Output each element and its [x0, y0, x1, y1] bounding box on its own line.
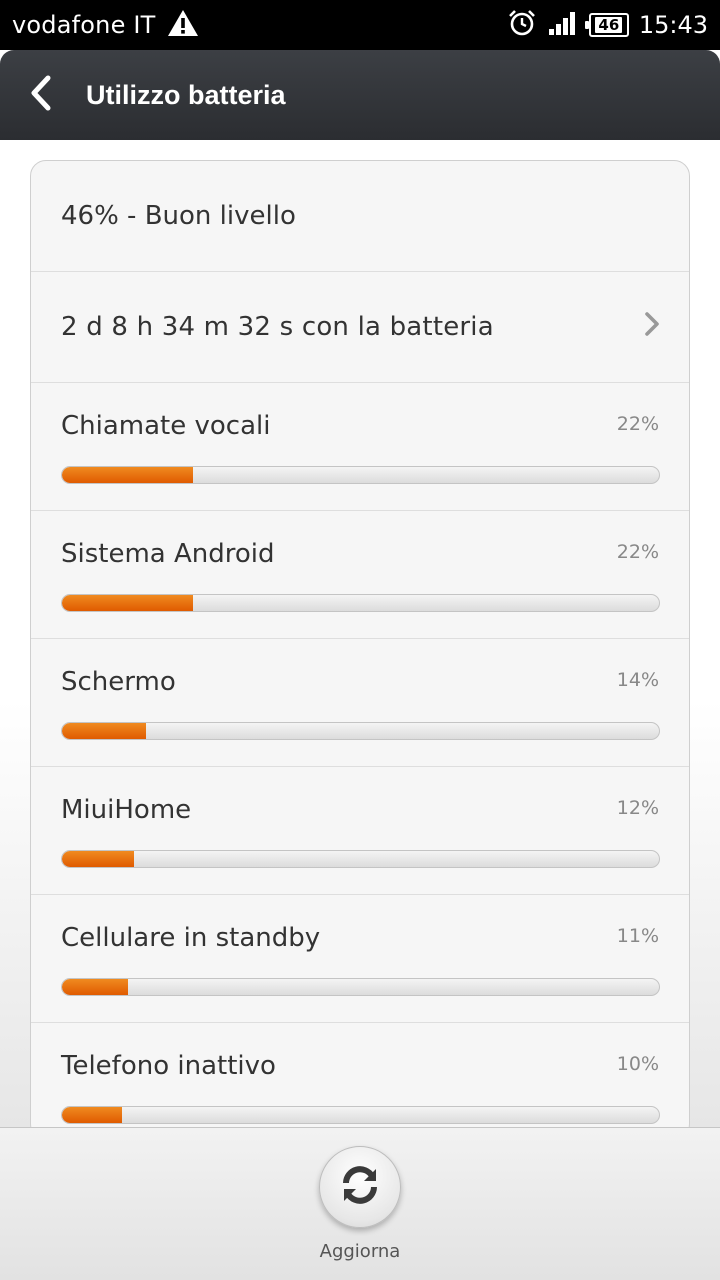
status-clock: 15:43 — [638, 11, 708, 39]
usage-label: Telefono inattivo — [61, 1051, 276, 1081]
bottom-toolbar: Aggiorna — [0, 1127, 720, 1280]
usage-progress-fill — [62, 979, 128, 995]
usage-label: Schermo — [61, 667, 176, 697]
usage-progress-bar — [61, 594, 660, 612]
battery-time-text: 2 d 8 h 34 m 32 s con la batteria — [61, 312, 494, 342]
status-bar: vodafone IT 46 15:43 — [0, 0, 720, 50]
usage-progress-bar — [61, 466, 660, 484]
usage-percent: 14% — [616, 669, 659, 691]
usage-row[interactable]: MiuiHome 12% — [31, 767, 689, 895]
usage-progress-bar — [61, 722, 660, 740]
usage-progress-bar — [61, 978, 660, 996]
usage-label: MiuiHome — [61, 795, 192, 825]
usage-row[interactable]: Cellulare in standby 11% — [31, 895, 689, 1023]
usage-percent: 10% — [616, 1053, 659, 1075]
alarm-icon — [507, 8, 537, 42]
refresh-label: Aggiorna — [319, 1241, 401, 1262]
refresh-button[interactable] — [319, 1146, 401, 1228]
usage-row[interactable]: Telefono inattivo 10% — [31, 1023, 689, 1139]
battery-card: 46% - Buon livello 2 d 8 h 34 m 32 s con… — [30, 160, 690, 1140]
usage-label: Cellulare in standby — [61, 923, 321, 953]
usage-percent: 11% — [616, 925, 659, 947]
usage-progress-fill — [62, 723, 146, 739]
usage-row[interactable]: Schermo 14% — [31, 639, 689, 767]
battery-level-text: 46% - Buon livello — [61, 201, 296, 231]
usage-progress-fill — [62, 467, 194, 483]
chevron-left-icon — [26, 73, 54, 117]
refresh-icon — [336, 1161, 384, 1213]
battery-time-row[interactable]: 2 d 8 h 34 m 32 s con la batteria — [31, 272, 689, 383]
battery-icon: 46 — [584, 13, 629, 37]
battery-level-badge: 46 — [595, 17, 623, 33]
usage-percent: 22% — [616, 541, 659, 563]
title-bar: Utilizzo batteria — [0, 50, 720, 140]
usage-progress-fill — [62, 1107, 122, 1123]
chevron-right-icon — [643, 311, 661, 344]
usage-progress-bar — [61, 1106, 660, 1124]
warning-icon — [166, 8, 200, 42]
usage-progress-fill — [62, 595, 194, 611]
usage-label: Chiamate vocali — [61, 411, 271, 441]
signal-icon — [547, 10, 579, 40]
usage-percent: 12% — [616, 797, 659, 819]
usage-progress-fill — [62, 851, 134, 867]
usage-row[interactable]: Sistema Android 22% — [31, 511, 689, 639]
usage-progress-bar — [61, 850, 660, 868]
usage-label: Sistema Android — [61, 539, 275, 569]
usage-row[interactable]: Chiamate vocali 22% — [31, 383, 689, 511]
battery-level-row: 46% - Buon livello — [31, 161, 689, 272]
back-button[interactable] — [0, 50, 80, 140]
usage-percent: 22% — [616, 413, 659, 435]
carrier-name: vodafone IT — [12, 11, 156, 39]
page-title: Utilizzo batteria — [86, 79, 286, 110]
usage-list: Chiamate vocali 22% Sistema Android 22% Sche… — [31, 383, 689, 1139]
